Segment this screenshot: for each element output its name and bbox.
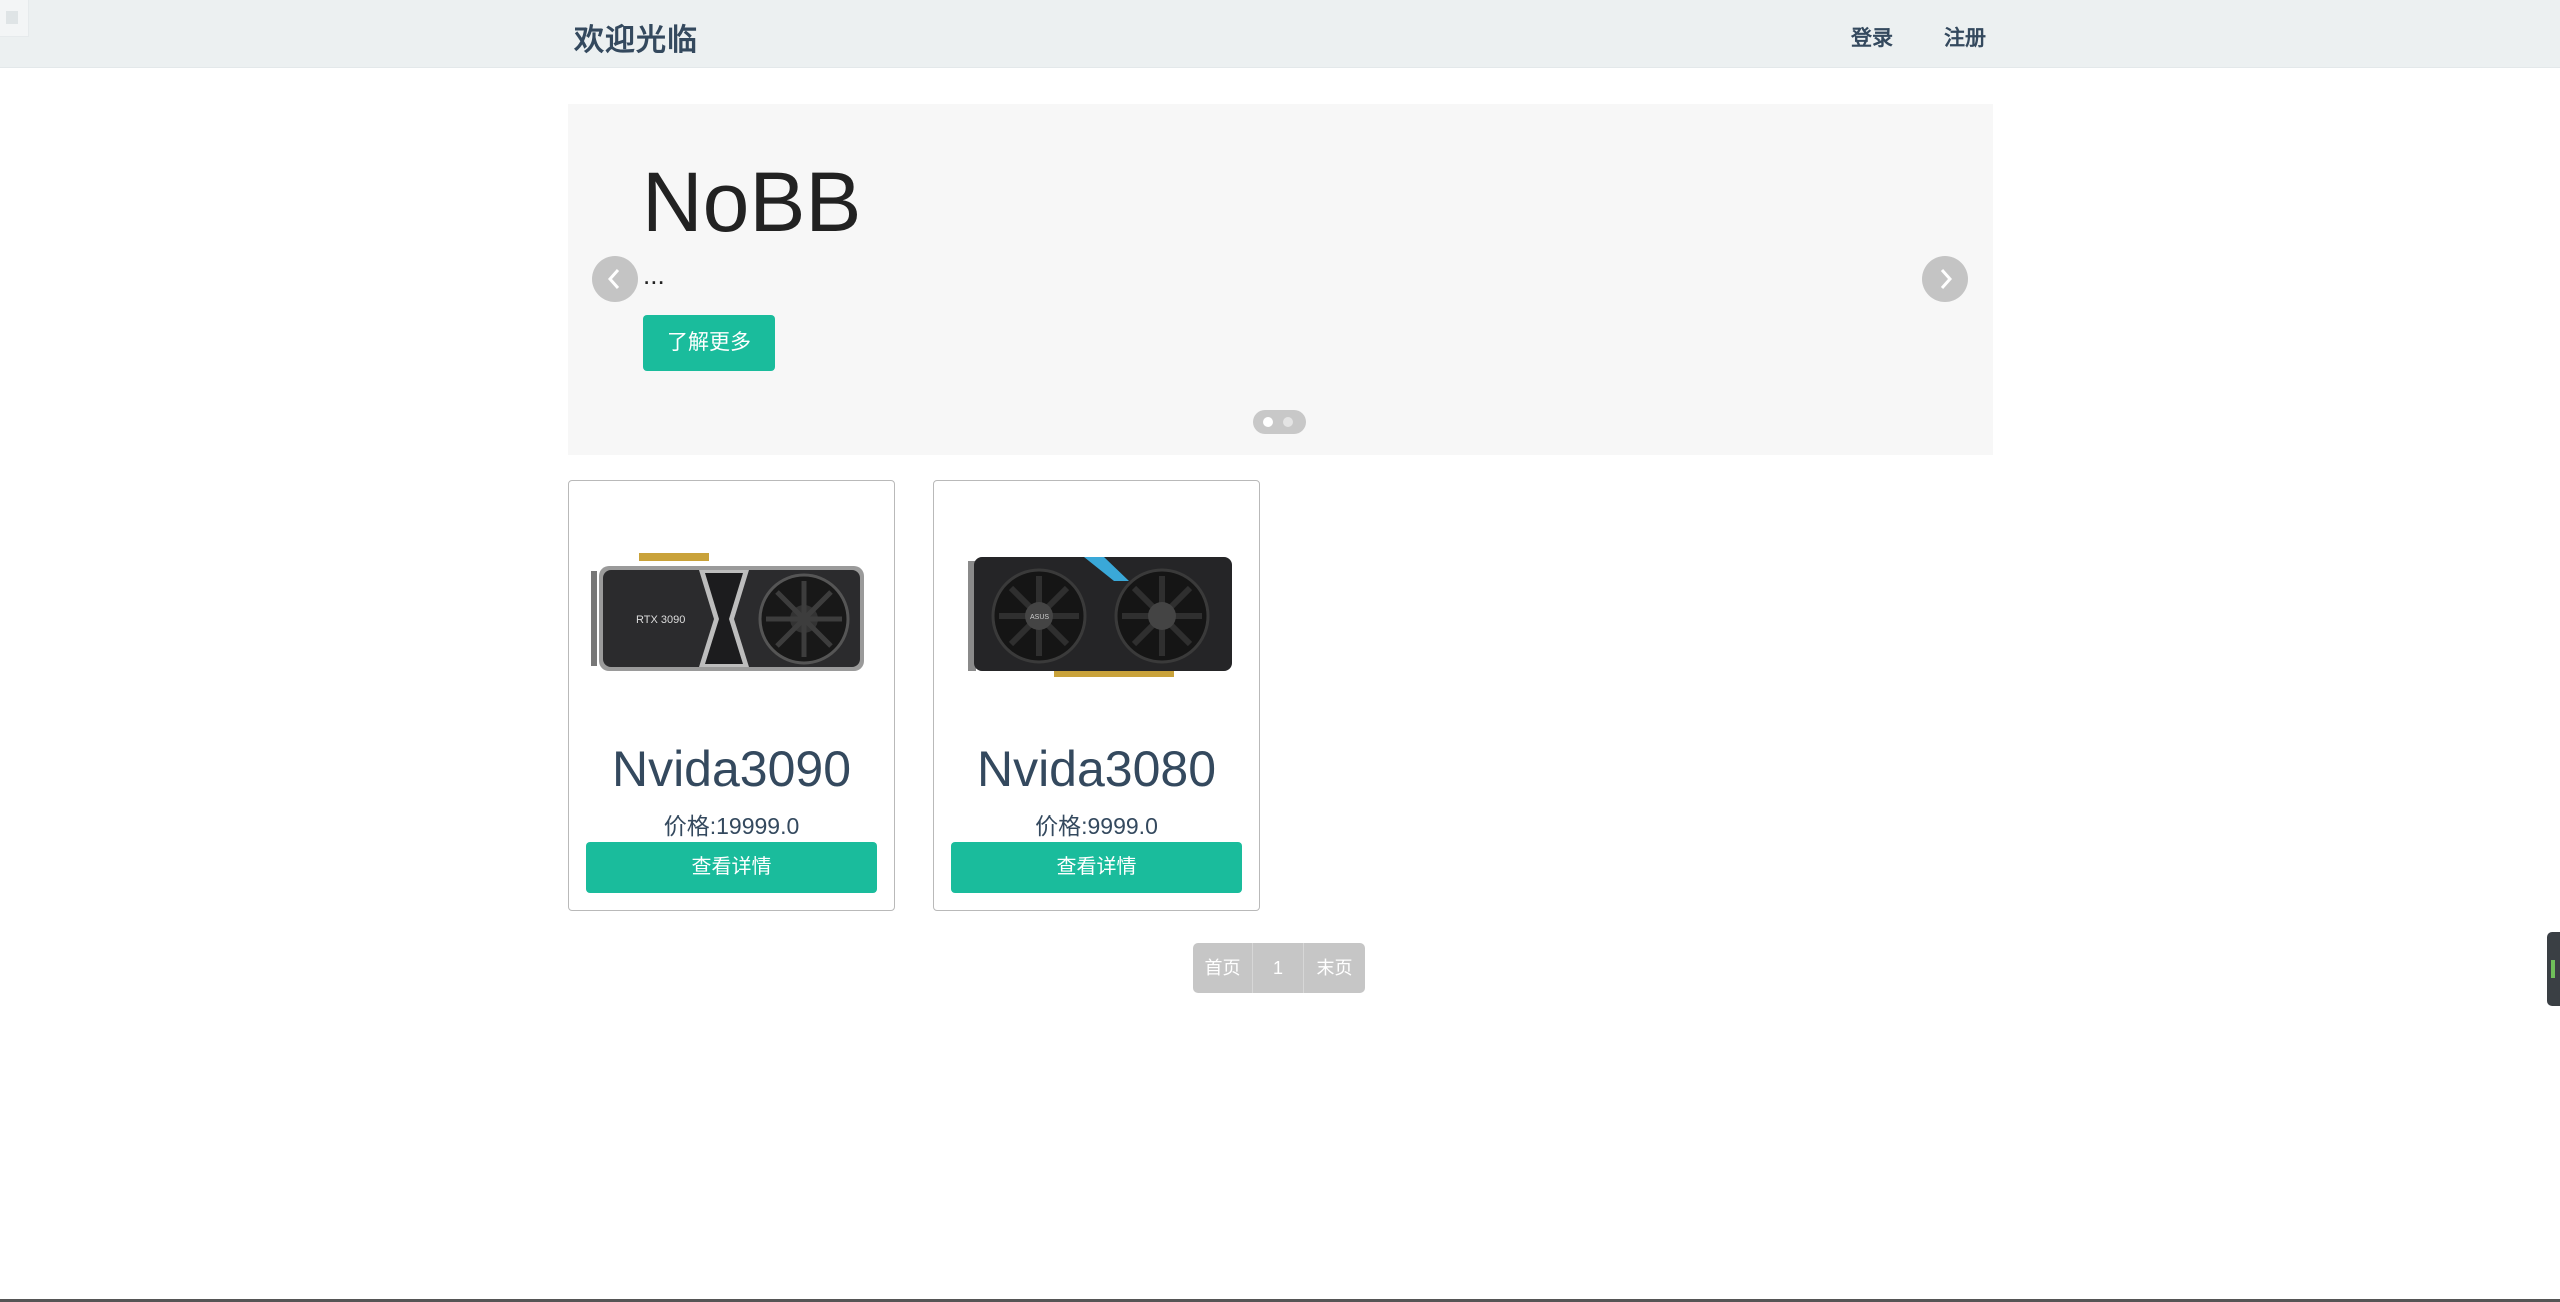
hero-carousel: NoBB ... 了解更多 — [568, 104, 1993, 455]
carousel-title: NoBB — [642, 155, 862, 249]
card-image-label: ASUS — [1030, 614, 1049, 621]
card-image-label: RTX 3090 — [636, 614, 685, 626]
product-name: Nvida3090 — [611, 741, 852, 797]
carousel-subtitle: ... — [643, 260, 665, 290]
product-card: RTX 3090 Nvida3090 价格:19999.0 查看详情 — [568, 480, 895, 911]
chevron-left-icon — [607, 269, 620, 289]
carousel-prev-button[interactable] — [592, 256, 638, 302]
pagination-first[interactable]: 首页 — [1193, 943, 1253, 993]
carousel-dot-1[interactable] — [1263, 417, 1273, 427]
side-widget-tab[interactable] — [2547, 932, 2560, 1006]
pagination: 首页 1 末页 — [1193, 943, 1365, 993]
carousel-next-button[interactable] — [1922, 256, 1968, 302]
top-navbar: 欢迎光临 登录 注册 — [0, 0, 2560, 68]
graphics-card-image: ASUS — [968, 557, 1232, 677]
login-link[interactable]: 登录 — [1851, 22, 1893, 52]
carousel-dot-2[interactable] — [1283, 417, 1293, 427]
product-price: 价格:19999.0 — [663, 813, 800, 839]
product-card: ASUS Nvida3080 价格:9999.0 查看详情 — [933, 480, 1260, 911]
product-price: 价格:9999.0 — [1035, 813, 1158, 839]
side-widget-icon — [2551, 960, 2555, 978]
view-details-button[interactable]: 查看详情 — [951, 842, 1242, 893]
register-link[interactable]: 注册 — [1944, 22, 1986, 52]
pagination-page-1[interactable]: 1 — [1253, 943, 1304, 993]
learn-more-button[interactable]: 了解更多 — [643, 315, 775, 371]
product-name: Nvida3080 — [976, 741, 1217, 797]
view-details-button[interactable]: 查看详情 — [586, 842, 877, 893]
corner-badge-icon — [0, 0, 29, 37]
pagination-last[interactable]: 末页 — [1304, 943, 1365, 993]
carousel-indicators — [1253, 410, 1306, 434]
graphics-card-image: RTX 3090 — [591, 553, 864, 671]
chevron-right-icon — [1940, 269, 1953, 289]
site-brand[interactable]: 欢迎光临 — [574, 15, 698, 59]
